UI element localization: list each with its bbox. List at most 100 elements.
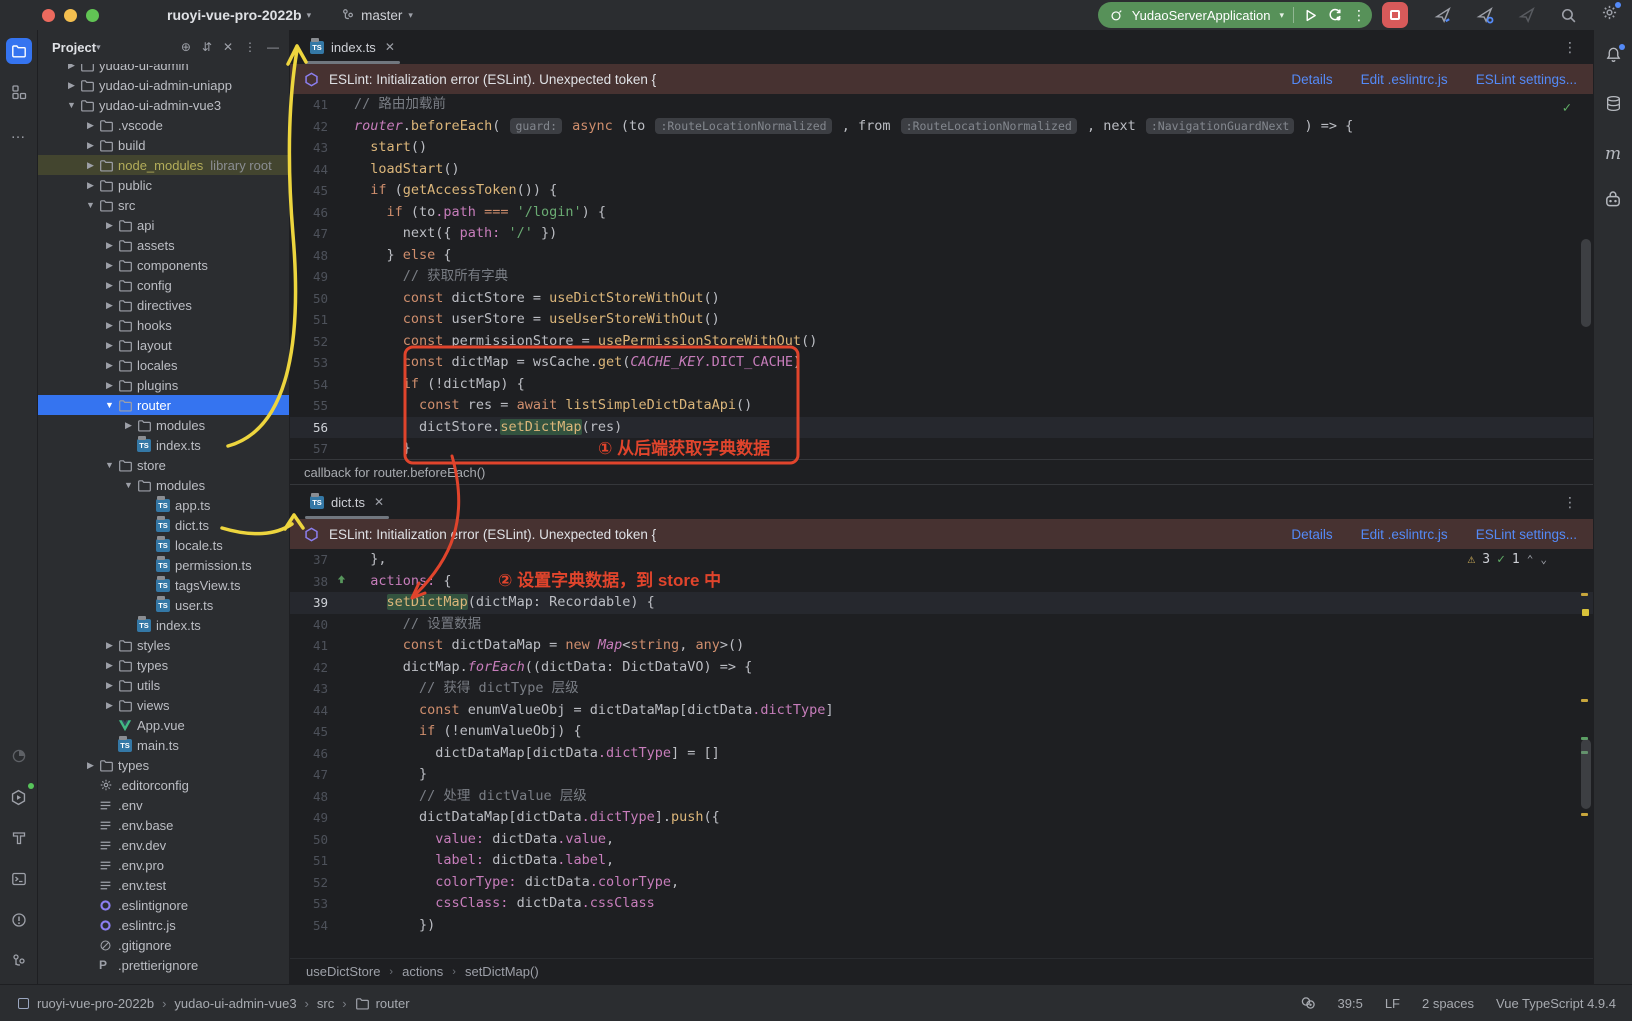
tab-dict-ts[interactable]: TS dict.ts ✕ <box>300 485 394 519</box>
breadcrumb-useDictStore[interactable]: useDictStore <box>306 964 380 979</box>
tree-item-modules[interactable]: ▼modules <box>38 475 289 495</box>
prev-problem-icon[interactable]: ⌃ <box>1527 553 1534 566</box>
code-line-41[interactable]: 41// 路由加载前 <box>290 94 1593 116</box>
tree-item-.editorconfig[interactable]: .editorconfig <box>38 775 289 795</box>
code-line-52[interactable]: 52 const permissionStore = usePermission… <box>290 331 1593 353</box>
mac-zoom-button[interactable] <box>86 9 99 22</box>
code-line-56[interactable]: 56 dictStore.setDictMap(res) <box>290 417 1593 439</box>
status-path-yudao-ui-admin-vue3[interactable]: yudao-ui-admin-vue3 <box>174 996 296 1011</box>
close-tab-icon[interactable]: ✕ <box>374 495 384 509</box>
code-line-40[interactable]: 40 // 设置数据 <box>290 614 1593 636</box>
chevron-right-icon[interactable]: ▶ <box>101 360 118 371</box>
version-control-tool-icon[interactable] <box>6 948 32 974</box>
code-line-45[interactable]: 45 if (!enumValueObj) { <box>290 721 1593 743</box>
tree-item-.vscode[interactable]: ▶.vscode <box>38 115 289 135</box>
code-line-45[interactable]: 45 if (getAccessToken()) { <box>290 180 1593 202</box>
tree-item-components[interactable]: ▶components <box>38 255 289 275</box>
tree-item-plugins[interactable]: ▶plugins <box>38 375 289 395</box>
code-line-44[interactable]: 44 const enumValueObj = dictDataMap[dict… <box>290 700 1593 722</box>
tree-item-public[interactable]: ▶public <box>38 175 289 195</box>
panel-options-icon[interactable]: ⋮ <box>244 40 256 54</box>
robot-icon[interactable] <box>1604 191 1622 214</box>
tree-item-.eslintrc.js[interactable]: .eslintrc.js <box>38 915 289 935</box>
chevron-right-icon[interactable]: ▶ <box>63 64 80 71</box>
chevron-right-icon[interactable]: ▶ <box>82 160 99 171</box>
build-tool-icon[interactable] <box>6 825 32 851</box>
chevron-down-icon[interactable]: ▼ <box>82 200 99 210</box>
status-path-ruoyi-vue-pro-2022b[interactable]: ruoyi-vue-pro-2022b <box>37 996 154 1011</box>
code-line-37[interactable]: 37 }, <box>290 549 1593 571</box>
rerun-coverage-button[interactable] <box>1327 7 1343 23</box>
tree-item-types[interactable]: ▶types <box>38 755 289 775</box>
tree-item-router[interactable]: ▼router <box>38 395 289 415</box>
code-line-43[interactable]: 43 start() <box>290 137 1593 159</box>
tab-index-ts[interactable]: TS index.ts ✕ <box>300 30 405 64</box>
chevron-down-icon[interactable]: ▼ <box>63 100 80 110</box>
chevron-right-icon[interactable]: ▶ <box>101 320 118 331</box>
chevron-right-icon[interactable]: ▶ <box>101 700 118 711</box>
expand-collapse-icon[interactable]: ⇵ <box>202 40 212 54</box>
code-line-46[interactable]: 46 if (to.path === '/login') { <box>290 202 1593 224</box>
chevron-right-icon[interactable]: ▶ <box>82 140 99 151</box>
chevron-right-icon[interactable]: ▶ <box>101 260 118 271</box>
problems-tool-icon[interactable] <box>6 907 32 933</box>
chevron-right-icon[interactable]: ▶ <box>82 760 99 771</box>
tree-item-directives[interactable]: ▶directives <box>38 295 289 315</box>
file-type[interactable]: Vue TypeScript 4.9.4 <box>1496 996 1616 1011</box>
collapse-all-icon[interactable]: ✕ <box>223 40 233 54</box>
status-breadcrumb[interactable]: ruoyi-vue-pro-2022b›yudao-ui-admin-vue3›… <box>18 996 410 1011</box>
line-ending[interactable]: LF <box>1385 996 1400 1011</box>
code-line-48[interactable]: 48 // 处理 dictValue 层级 <box>290 786 1593 808</box>
chevron-down-icon[interactable]: ▼ <box>120 480 137 490</box>
code-line-49[interactable]: 49 dictDataMap[dictData.dictType].push({ <box>290 807 1593 829</box>
editor-options-icon[interactable]: ⋮ <box>1563 39 1577 56</box>
caret-position[interactable]: 39:5 <box>1338 996 1363 1011</box>
tree-item-dict.ts[interactable]: TSdict.ts <box>38 515 289 535</box>
notifications-icon[interactable] <box>1605 46 1622 68</box>
project-tool-icon[interactable] <box>6 38 32 64</box>
chevron-down-icon[interactable]: ▼ <box>101 460 118 470</box>
run-more-button[interactable]: ⋮ <box>1352 7 1366 24</box>
code-line-38[interactable]: 38 actions: { <box>290 571 1593 593</box>
chevron-right-icon[interactable]: ▶ <box>101 680 118 691</box>
tree-item-.gitignore[interactable]: .gitignore <box>38 935 289 955</box>
chevron-right-icon[interactable]: ▶ <box>82 180 99 191</box>
project-switcher[interactable]: ruoyi-vue-pro-2022b ▾ <box>167 7 311 23</box>
stop-button[interactable] <box>1382 2 1408 28</box>
banner-link-edit-eslintrc-js[interactable]: Edit .eslintrc.js <box>1361 527 1448 542</box>
chevron-right-icon[interactable]: ▶ <box>101 240 118 251</box>
tree-item-yudao-ui-admin-vue3[interactable]: ▼yudao-ui-admin-vue3 <box>38 95 289 115</box>
profiler-rocket-icon-3[interactable] <box>1518 6 1536 24</box>
terminal-tool-icon[interactable] <box>6 866 32 892</box>
code-line-54[interactable]: 54 }) <box>290 915 1593 937</box>
tree-item-index.ts[interactable]: TSindex.ts <box>38 435 289 455</box>
mac-minimize-button[interactable] <box>64 9 77 22</box>
services-tool-icon[interactable] <box>6 784 32 810</box>
stripe-mark[interactable] <box>1582 609 1589 616</box>
search-icon[interactable] <box>1560 7 1577 24</box>
banner-link-details[interactable]: Details <box>1291 72 1332 87</box>
code-line-42[interactable]: 42 dictMap.forEach((dictData: DictDataVO… <box>290 657 1593 679</box>
tree-item-views[interactable]: ▶views <box>38 695 289 715</box>
code-with-me-icon[interactable] <box>1300 995 1316 1011</box>
code-line-44[interactable]: 44 loadStart() <box>290 159 1593 181</box>
chevron-right-icon[interactable]: ▶ <box>101 280 118 291</box>
tree-item-src[interactable]: ▼src <box>38 195 289 215</box>
stripe-mark[interactable] <box>1581 593 1588 596</box>
breadcrumb-setDictMap[interactable]: setDictMap() <box>465 964 539 979</box>
chevron-right-icon[interactable]: ▶ <box>101 640 118 651</box>
tree-item-modules[interactable]: ▶modules <box>38 415 289 435</box>
tree-item-.prettierignore[interactable]: P.prettierignore <box>38 955 289 975</box>
tree-item-tagsView.ts[interactable]: TStagsView.ts <box>38 575 289 595</box>
chevron-right-icon[interactable]: ▶ <box>101 220 118 231</box>
tree-item-.eslintignore[interactable]: .eslintignore <box>38 895 289 915</box>
code-line-42[interactable]: 42router.beforeEach( guard: async (to :R… <box>290 116 1593 138</box>
banner-link-details[interactable]: Details <box>1291 527 1332 542</box>
tree-item-.env.base[interactable]: .env.base <box>38 815 289 835</box>
tree-item-.env[interactable]: .env <box>38 795 289 815</box>
tree-item-.env.dev[interactable]: .env.dev <box>38 835 289 855</box>
banner-link-eslint-settings-[interactable]: ESLint settings... <box>1476 72 1577 87</box>
scrollbar-thumb[interactable] <box>1581 739 1591 809</box>
tree-item-hooks[interactable]: ▶hooks <box>38 315 289 335</box>
code-line-47[interactable]: 47 next({ path: '/' }) <box>290 223 1593 245</box>
